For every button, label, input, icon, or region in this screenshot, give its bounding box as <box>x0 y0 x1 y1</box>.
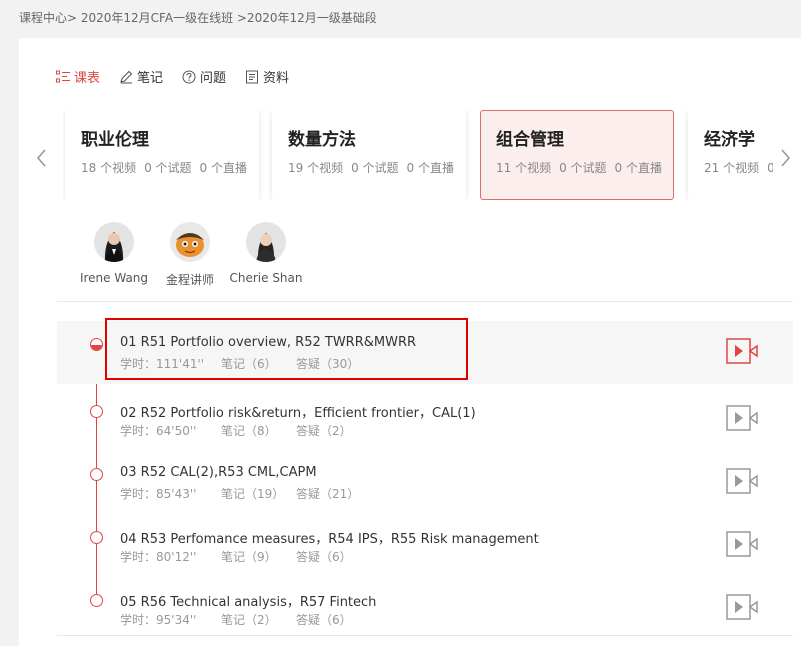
lesson-duration: 学时：80'12'' <box>120 550 197 564</box>
lesson-title: 03 R52 CAL(2),R53 CML,CAPM <box>120 465 317 480</box>
live-count: 0 个直播 <box>199 161 247 175</box>
mascot-avatar <box>170 222 210 262</box>
tab-label: 资料 <box>263 71 290 86</box>
teacher-item[interactable]: Cherie Shan <box>221 222 311 288</box>
progress-dot <box>90 531 103 544</box>
subject-title: 数量方法 <box>288 130 356 150</box>
lesson-item[interactable]: 03 R52 CAL(2),R53 CML,CAPM 学时：85'43'' 笔记（… <box>57 451 793 514</box>
lesson-item[interactable]: 02 R52 Portfolio risk&return，Efficient f… <box>57 388 793 451</box>
avatar <box>94 222 134 262</box>
quiz-count: 0 个试题 <box>144 161 192 175</box>
subject-card-active[interactable]: 组合管理 11 个视频 0 个试题 0 个直播 <box>480 110 674 200</box>
progress-dot <box>90 405 103 418</box>
lesson-notes: 笔记（19） <box>221 487 285 501</box>
divider <box>57 301 793 302</box>
live-count: 0 个直播 <box>614 161 662 175</box>
video-play-icon[interactable] <box>726 531 759 557</box>
lesson-qa: 答疑（2） <box>296 424 352 438</box>
lesson-item[interactable]: 05 R56 Technical analysis，R57 Fintech 学时… <box>57 577 793 640</box>
video-play-icon[interactable] <box>726 468 759 494</box>
subject-title: 经济学 <box>704 130 755 150</box>
lesson-qa: 答疑（6） <box>296 613 352 627</box>
video-play-icon[interactable] <box>726 405 759 431</box>
document-icon <box>245 70 259 84</box>
lesson-duration: 学时：85'43'' <box>120 487 197 501</box>
lesson-title: 05 R56 Technical analysis，R57 Fintech <box>120 595 377 610</box>
subject-stats: 19 个视频 0 个试题 0 个直播 <box>288 159 454 176</box>
content-tabs: 课表 笔记 问题 资料 <box>56 67 308 86</box>
lesson-title: 02 R52 Portfolio risk&return，Efficient f… <box>120 406 476 421</box>
course-panel: 课表 笔记 问题 资料 职业伦理 18 个视频 0 个试题 0 个直播 数量方法… <box>19 38 801 646</box>
breadcrumb[interactable]: 课程中心> 2020年12月CFA一级在线班 >2020年12月一级基础段 <box>19 9 377 26</box>
lesson-title: 04 R53 Perfomance measures，R54 IPS，R55 R… <box>120 532 539 547</box>
tab-questions[interactable]: 问题 <box>182 67 226 86</box>
subject-card[interactable]: 职业伦理 18 个视频 0 个试题 0 个直播 <box>65 110 259 200</box>
subject-carousel: 职业伦理 18 个视频 0 个试题 0 个直播 数量方法 19 个视频 0 个试题 0 … <box>63 110 773 200</box>
lesson-duration: 学时：95'34'' <box>120 613 197 627</box>
subject-stats: 18 个视频 0 个试题 0 个直播 <box>81 159 247 176</box>
lesson-meta: 学时：95'34'' 笔记（2） 答疑（6） <box>120 611 352 628</box>
video-count: 11 个视频 <box>496 161 552 175</box>
pencil-icon <box>119 70 133 84</box>
progress-dot <box>90 338 103 351</box>
subject-stats: 11 个视频 0 个试题 0 个直播 <box>496 159 662 176</box>
video-play-icon[interactable] <box>726 338 759 364</box>
tab-materials[interactable]: 资料 <box>245 67 289 86</box>
subject-title: 组合管理 <box>496 130 564 150</box>
tab-notes[interactable]: 笔记 <box>119 67 163 86</box>
lesson-notes: 笔记（9） <box>221 550 277 564</box>
video-count: 18 个视频 <box>81 161 137 175</box>
lesson-notes: 笔记（8） <box>221 424 277 438</box>
video-count: 19 个视频 <box>288 161 344 175</box>
tab-label: 问题 <box>200 71 227 86</box>
video-play-icon[interactable] <box>726 594 759 620</box>
lesson-qa: 答疑（21） <box>296 487 360 501</box>
question-icon <box>182 70 196 84</box>
subject-title: 职业伦理 <box>81 130 149 150</box>
quiz-count: 0 <box>767 161 773 175</box>
teacher-name: Cherie Shan <box>229 271 303 285</box>
subject-stats: 21 个视频 0 <box>704 159 773 176</box>
tab-label: 笔记 <box>137 71 164 86</box>
lesson-duration: 学时：64'50'' <box>120 424 197 438</box>
quiz-count: 0 个试题 <box>351 161 399 175</box>
chevron-right-icon[interactable] <box>777 146 793 170</box>
progress-dot <box>90 468 103 481</box>
lesson-item[interactable]: 04 R53 Perfomance measures，R54 IPS，R55 R… <box>57 514 793 577</box>
subject-card[interactable]: 经济学 21 个视频 0 <box>688 110 773 200</box>
lesson-meta: 学时：64'50'' 笔记（8） 答疑（2） <box>120 422 352 439</box>
tab-label: 课表 <box>74 71 101 86</box>
list-icon <box>56 70 70 84</box>
quiz-count: 0 个试题 <box>559 161 607 175</box>
chevron-left-icon[interactable] <box>34 146 50 170</box>
lesson-qa: 答疑（6） <box>296 550 352 564</box>
lesson-meta: 学时：80'12'' 笔记（9） 答疑（6） <box>120 548 352 565</box>
avatar <box>246 222 286 262</box>
lesson-notes: 笔记（2） <box>221 613 277 627</box>
video-count: 21 个视频 <box>704 161 760 175</box>
lesson-meta: 学时：85'43'' 笔记（19） 答疑（21） <box>120 485 359 502</box>
teacher-list: Irene Wang 金程讲师 Cherie Shan <box>69 222 303 288</box>
tab-schedule[interactable]: 课表 <box>56 67 100 86</box>
annotation-highlight-box <box>105 318 468 380</box>
live-count: 0 个直播 <box>406 161 454 175</box>
subject-card[interactable]: 数量方法 19 个视频 0 个试题 0 个直播 <box>272 110 466 200</box>
progress-dot <box>90 594 103 607</box>
